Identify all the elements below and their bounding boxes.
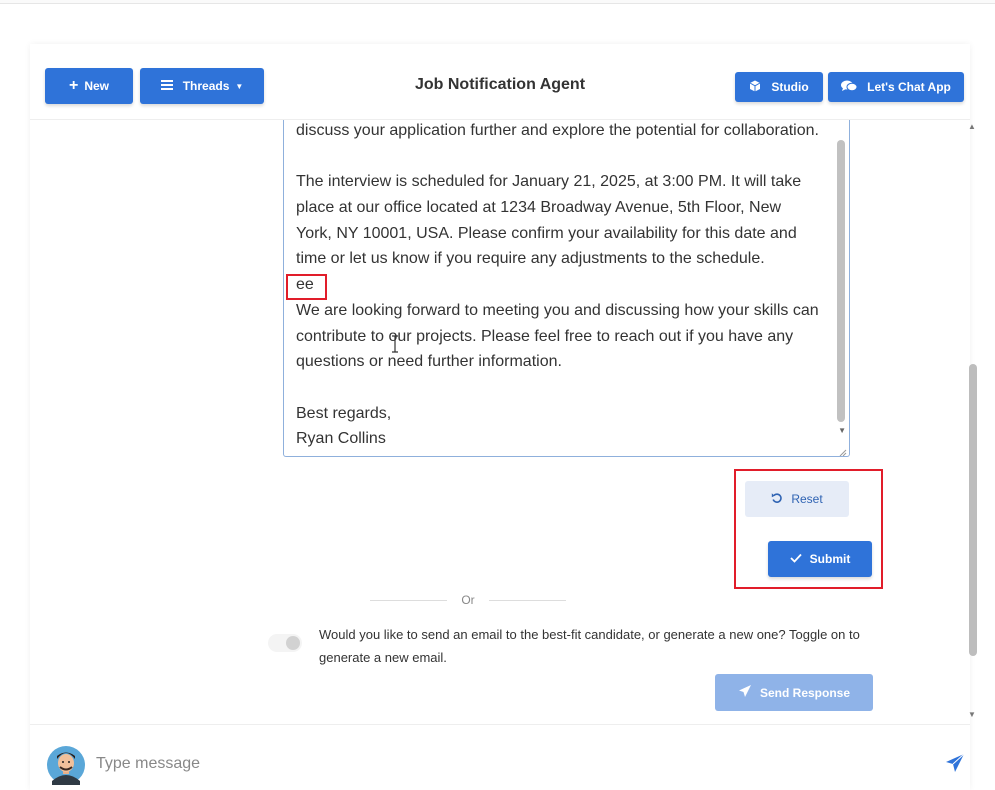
email-line-edited: ee bbox=[296, 276, 314, 294]
email-line: questions or need further information. bbox=[296, 353, 562, 371]
send-response-button[interactable]: Send Response bbox=[715, 674, 873, 711]
email-line: The interview is scheduled for January 2… bbox=[296, 173, 802, 191]
email-line: place at our office located at 1234 Broa… bbox=[296, 199, 782, 217]
toggle-description: Would you like to send an email to the b… bbox=[319, 627, 860, 665]
email-line: time or let us know if you require any a… bbox=[296, 250, 765, 268]
textarea-scrollbar[interactable] bbox=[837, 140, 845, 422]
lets-chat-app-button[interactable]: Let's Chat App bbox=[828, 72, 964, 102]
toggle-knob bbox=[286, 636, 300, 650]
email-line bbox=[296, 375, 831, 401]
divider-line bbox=[370, 599, 448, 601]
email-line: Ryan Collins bbox=[296, 430, 386, 448]
scroll-down-arrow-icon[interactable]: ▼ bbox=[968, 710, 976, 719]
email-line bbox=[296, 144, 831, 170]
text-cursor-icon bbox=[391, 335, 399, 353]
resize-handle-icon[interactable] bbox=[837, 444, 847, 456]
email-draft-content: discuss your application further and exp… bbox=[296, 120, 831, 452]
highlight-box-edit bbox=[286, 274, 327, 300]
email-line: York, NY 10001, USA. Please confirm your… bbox=[296, 224, 797, 242]
divider-line bbox=[488, 599, 566, 601]
generate-new-email-toggle[interactable] bbox=[268, 634, 302, 652]
chat-bubbles-icon bbox=[841, 80, 858, 95]
cube-icon bbox=[749, 80, 761, 95]
paper-plane-icon bbox=[738, 684, 752, 701]
email-line: contribute to our projects. Please feel … bbox=[296, 327, 794, 345]
message-input[interactable] bbox=[96, 751, 896, 777]
scrollbar-thumb[interactable] bbox=[969, 364, 977, 656]
highlight-box-actions bbox=[734, 469, 883, 589]
message-composer bbox=[30, 724, 970, 790]
studio-button[interactable]: Studio bbox=[735, 72, 823, 102]
header-bar: + New Threads ▼ Job Notification Agent S… bbox=[30, 44, 970, 120]
or-divider: Or bbox=[370, 592, 566, 608]
email-line: We are looking forward to meeting you an… bbox=[296, 301, 819, 319]
email-line: discuss your application further and exp… bbox=[296, 122, 819, 139]
scroll-down-arrow-icon[interactable]: ▼ bbox=[838, 426, 846, 435]
or-label: Or bbox=[461, 593, 475, 607]
send-message-icon[interactable] bbox=[945, 753, 965, 773]
main-scrollbar[interactable]: ▲ ▼ bbox=[966, 120, 980, 724]
email-line: Best regards, bbox=[296, 404, 392, 422]
scroll-up-arrow-icon[interactable]: ▲ bbox=[968, 122, 976, 131]
browser-top-edge bbox=[0, 0, 995, 4]
email-draft-textarea[interactable]: discuss your application further and exp… bbox=[283, 120, 850, 457]
chat-panel: + New Threads ▼ Job Notification Agent S… bbox=[30, 44, 977, 790]
user-avatar bbox=[46, 745, 86, 785]
